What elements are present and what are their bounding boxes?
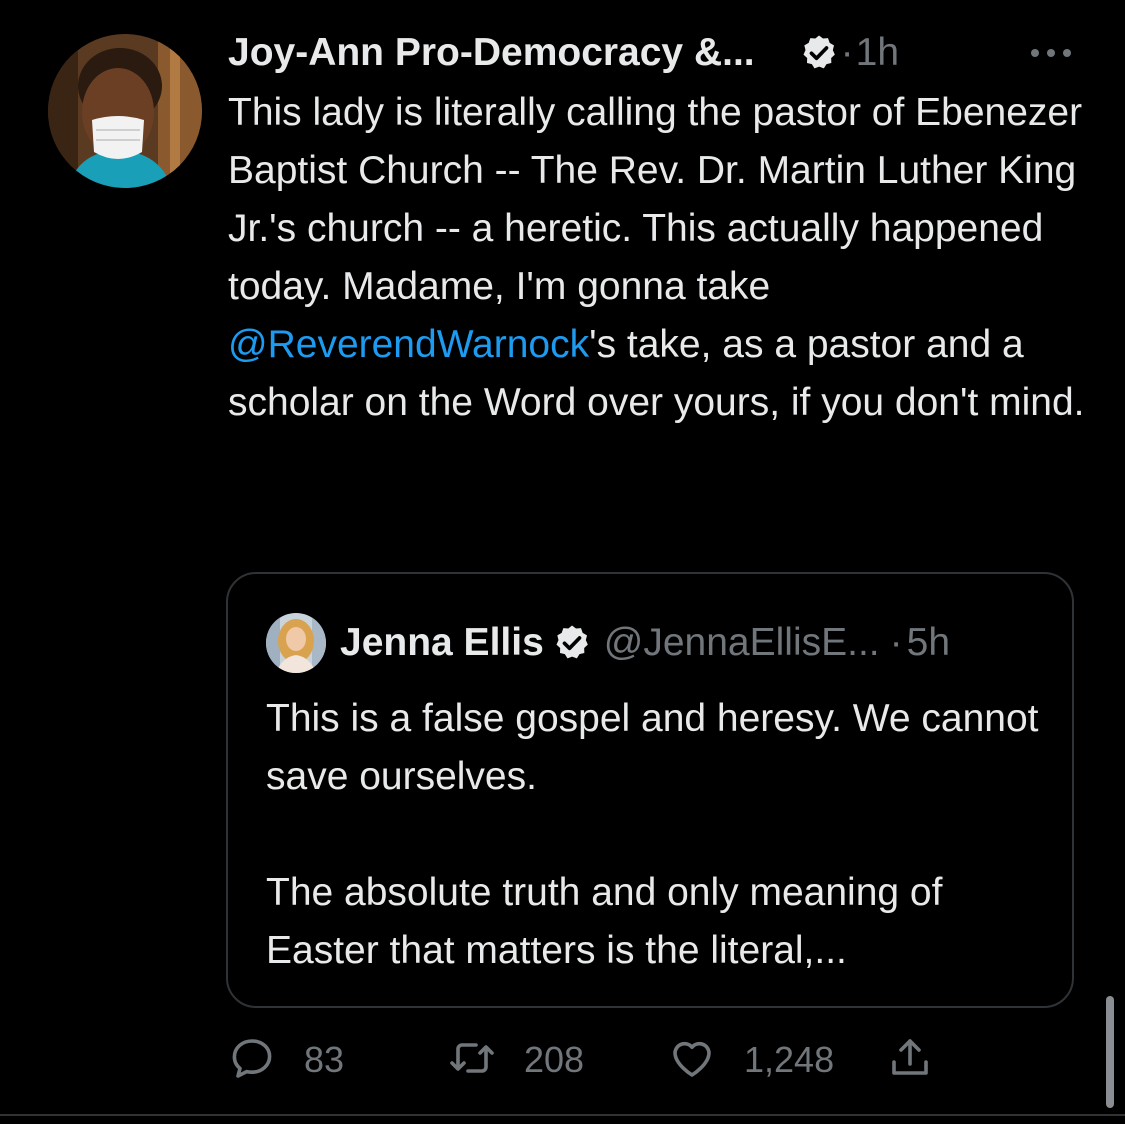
share-button[interactable]	[886, 1030, 934, 1090]
tweet-header: Joy-Ann Pro-Democracy &... · 1h	[228, 24, 1088, 82]
scrollbar-thumb[interactable]	[1106, 996, 1114, 1108]
verified-badge-icon	[552, 623, 592, 663]
tweet-actions: 83 208 1,248	[228, 1030, 988, 1090]
quoted-author-name[interactable]: Jenna Ellis	[340, 621, 544, 665]
reply-count: 83	[304, 1039, 345, 1080]
more-icon[interactable]	[1028, 38, 1074, 68]
quoted-tweet-dot: ·	[889, 621, 903, 664]
tweet-time[interactable]: 1h	[856, 31, 899, 75]
retweet-button[interactable]: 208	[448, 1030, 584, 1090]
quoted-tweet-time: 5h	[906, 621, 951, 664]
quoted-author-handle[interactable]: @JennaEllisE...	[604, 621, 880, 665]
author-avatar[interactable]	[48, 34, 202, 188]
author-name[interactable]: Joy-Ann Pro-Democracy &...	[228, 31, 755, 75]
tweet-text: This lady is literally calling the pasto…	[228, 84, 1088, 432]
share-icon	[886, 1034, 934, 1087]
like-button[interactable]: 1,248	[668, 1030, 834, 1090]
divider	[0, 1114, 1125, 1116]
quoted-tweet-card[interactable]: Jenna Ellis @JennaEllisE... · 5h This is…	[226, 572, 1074, 1008]
quoted-author-avatar[interactable]	[266, 613, 326, 673]
tweet-dot: ·	[840, 31, 854, 74]
heart-icon	[668, 1034, 716, 1087]
quoted-tweet-header: Jenna Ellis @JennaEllisE... · 5h	[266, 610, 1056, 676]
tweet-text-part: This lady is literally calling the pasto…	[228, 91, 1083, 308]
reply-button[interactable]: 83	[228, 1030, 344, 1090]
verified-badge-icon	[799, 33, 839, 73]
retweet-icon	[448, 1034, 496, 1087]
quoted-tweet-text: This is a false gospel and heresy. We ca…	[266, 697, 1039, 972]
mention-link[interactable]: @ReverendWarnock	[228, 323, 589, 366]
retweet-count: 208	[524, 1039, 585, 1080]
like-count: 1,248	[744, 1039, 835, 1080]
reply-icon	[228, 1034, 276, 1087]
